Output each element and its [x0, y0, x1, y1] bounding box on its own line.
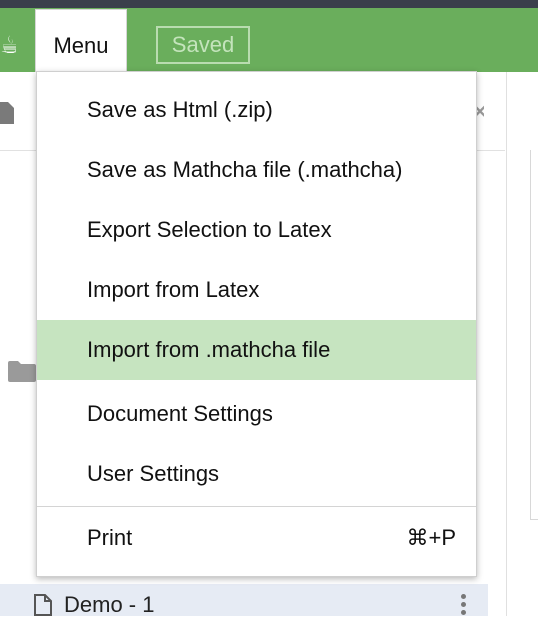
logo-icon[interactable]: ☕: [0, 28, 16, 64]
menu-item-user-settings[interactable]: User Settings: [37, 444, 476, 504]
menu-item-document-settings[interactable]: Document Settings: [37, 384, 476, 444]
right-panel-edge: [530, 150, 538, 520]
window-top-strip: [0, 0, 538, 8]
folder-icon[interactable]: [8, 360, 36, 382]
menu-item-print[interactable]: Print ⌘+P: [37, 508, 476, 568]
menu-item-print-label: Print: [87, 525, 133, 550]
menu-item-export-latex[interactable]: Export Selection to Latex: [37, 200, 476, 260]
document-icon[interactable]: [0, 100, 14, 126]
saved-status-button[interactable]: Saved: [156, 26, 250, 64]
menu-item-save-html[interactable]: Save as Html (.zip): [37, 80, 476, 140]
menu-separator: [37, 506, 476, 507]
file-item-label[interactable]: Demo - 1: [64, 592, 154, 618]
panel-divider: [506, 72, 507, 616]
print-shortcut: ⌘+P: [406, 525, 456, 550]
menu-dropdown: Save as Html (.zip) Save as Mathcha file…: [36, 71, 477, 577]
menu-button[interactable]: Menu: [35, 9, 127, 72]
kebab-menu-icon[interactable]: [460, 594, 468, 616]
menu-item-import-mathcha[interactable]: Import from .mathcha file: [37, 320, 476, 380]
file-icon: [34, 594, 52, 616]
menu-item-save-mathcha[interactable]: Save as Mathcha file (.mathcha): [37, 140, 476, 200]
menu-item-import-latex[interactable]: Import from Latex: [37, 260, 476, 320]
